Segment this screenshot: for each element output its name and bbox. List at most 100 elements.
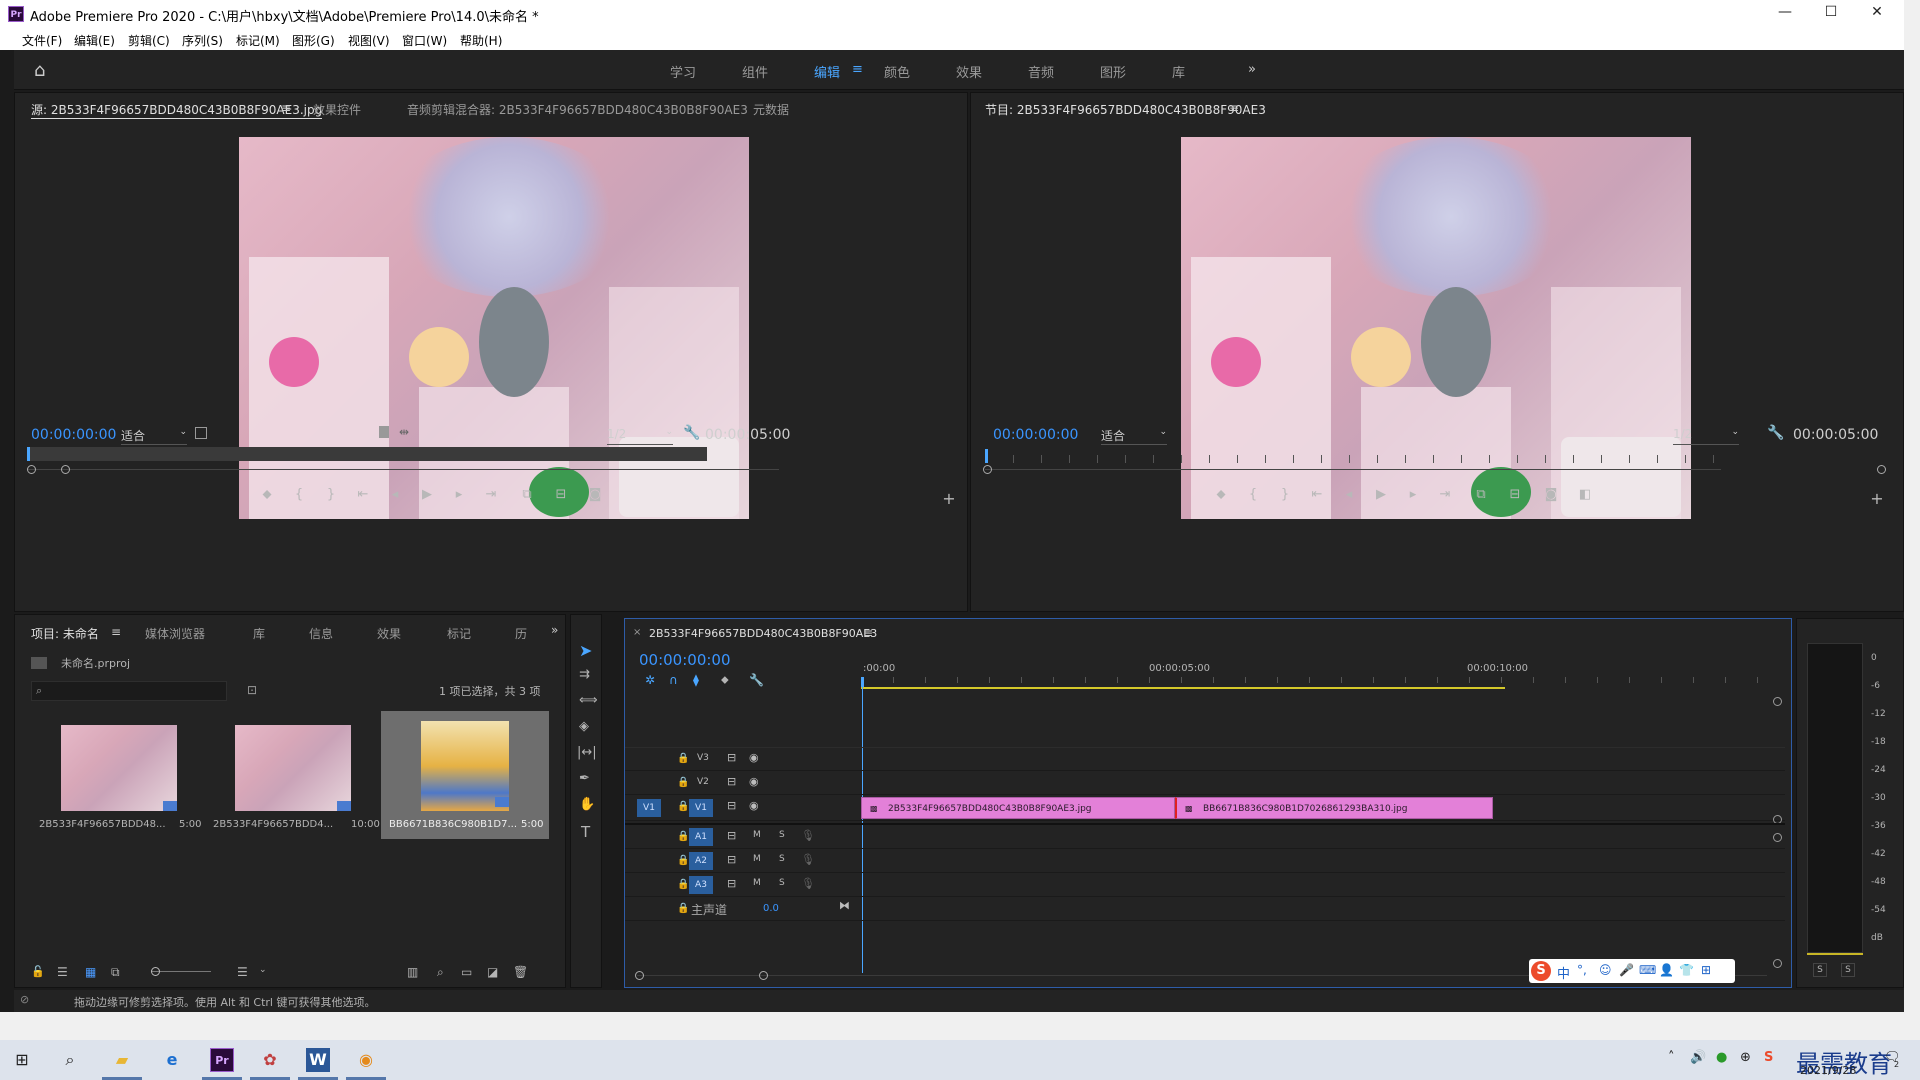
menu-graphics[interactable]: 图形(G): [292, 32, 335, 49]
sync-lock-icon[interactable]: ⊟: [727, 775, 736, 788]
lock-icon[interactable]: 🔓: [31, 965, 45, 978]
tab-audio-clip-mixer[interactable]: 音频剪辑混合器: 2B533F4F96657BDD480C43B0B8F90AE…: [407, 101, 748, 118]
network-icon[interactable]: ⊕: [1740, 1050, 1751, 1065]
tab-metadata[interactable]: 元数据: [753, 101, 789, 118]
timeline-clip[interactable]: ▩ BB6671B836C980B1D7026861293BA310.jpg: [1175, 797, 1493, 819]
source-scrub-bar[interactable]: [27, 447, 707, 461]
windows-start-icon[interactable]: ⊞: [10, 1048, 34, 1072]
lift-icon[interactable]: ⧉: [1471, 487, 1491, 502]
workspace-audio[interactable]: 音频: [1028, 62, 1054, 81]
panel-more-icon[interactable]: »: [551, 623, 558, 637]
solo-button[interactable]: S: [779, 830, 785, 840]
menu-window[interactable]: 窗口(W): [402, 32, 447, 49]
go-to-out-icon[interactable]: ⇥: [1435, 487, 1455, 502]
menu-sequence[interactable]: 序列(S): [182, 32, 223, 49]
timeline-settings-icon[interactable]: 🔧: [749, 673, 764, 687]
ime-mode[interactable]: 中: [1557, 963, 1570, 982]
sogou-tray-icon[interactable]: S: [1764, 1050, 1773, 1065]
ripple-edit-tool-icon[interactable]: ⟺: [579, 693, 598, 708]
close-button[interactable]: ✕: [1854, 4, 1900, 24]
find-icon[interactable]: ⌕: [437, 965, 444, 980]
track-label[interactable]: A3: [689, 876, 713, 894]
microphone-icon[interactable]: 🎙: [801, 877, 815, 890]
mark-out-icon[interactable]: }: [321, 487, 341, 502]
lock-icon[interactable]: 🔒: [677, 903, 689, 914]
program-fit-dropdown[interactable]: 适合 ⌄: [1101, 427, 1167, 445]
timeline-clip[interactable]: ▩ 2B533F4F96657BDD480C43B0B8F90AE3.jpg: [861, 797, 1175, 819]
track-label[interactable]: A2: [689, 852, 713, 870]
new-item-icon[interactable]: ◪: [487, 965, 498, 979]
tab-history[interactable]: 历: [515, 625, 527, 642]
mark-out-icon[interactable]: }: [1275, 487, 1295, 502]
source-playhead[interactable]: [27, 447, 30, 461]
file-explorer-icon[interactable]: ▰: [110, 1048, 134, 1072]
skin-icon[interactable]: 👕: [1679, 963, 1694, 977]
insert-clip-icon[interactable]: ⧉: [517, 487, 537, 502]
tab-effect-controls[interactable]: 效果控件: [313, 101, 361, 118]
eye-icon[interactable]: ◉: [749, 775, 759, 788]
solo-right-button[interactable]: S: [1841, 963, 1855, 977]
maximize-button[interactable]: ☐: [1808, 4, 1854, 24]
lock-icon[interactable]: 🔒: [677, 879, 689, 890]
menu-marker[interactable]: 标记(M): [236, 32, 280, 49]
track-label[interactable]: V2: [697, 777, 709, 787]
tab-libraries[interactable]: 库: [253, 625, 265, 642]
timeline-close-button[interactable]: ×: [633, 627, 641, 638]
wrench-icon[interactable]: 🔧: [1767, 425, 1784, 441]
camera-icon[interactable]: ◙: [1541, 487, 1561, 502]
emoji-icon[interactable]: ☺: [1599, 963, 1612, 977]
zoom-handle-right[interactable]: [61, 465, 70, 474]
source-tab-menu-icon[interactable]: ≡: [281, 101, 291, 115]
add-marker-icon[interactable]: ⬥: [721, 673, 729, 687]
workspace-effects[interactable]: 效果: [956, 62, 982, 81]
list-view-icon[interactable]: ☰: [57, 965, 68, 979]
chevron-down-icon[interactable]: ⌄: [259, 965, 267, 975]
add-marker-icon[interactable]: ⬥: [1211, 487, 1231, 502]
ime-toolbar[interactable]: S 中 °, ☺ 🎤 ⌨ 👤 👕 ⊞: [1529, 959, 1735, 983]
sync-lock-icon[interactable]: ⊟: [727, 829, 736, 842]
lock-icon[interactable]: 🔒: [677, 753, 689, 764]
lock-icon[interactable]: 🔒: [677, 831, 689, 842]
program-playhead[interactable]: [985, 449, 988, 463]
lock-icon[interactable]: 🔒: [677, 777, 689, 788]
toolbox-icon[interactable]: ⊞: [1701, 963, 1711, 977]
go-to-in-icon[interactable]: ⇤: [353, 487, 373, 502]
drag-handle-icon[interactable]: ⇹: [399, 425, 409, 439]
mark-in-icon[interactable]: {: [1243, 487, 1263, 502]
zoom-handle-left[interactable]: [635, 971, 644, 980]
microphone-icon[interactable]: 🎙: [801, 853, 815, 866]
mute-button[interactable]: M: [753, 878, 761, 888]
workspace-more-icon[interactable]: »: [1248, 62, 1256, 77]
overwrite-clip-icon[interactable]: ⊟: [551, 487, 571, 502]
minimize-button[interactable]: —: [1762, 4, 1808, 24]
source-resolution-dropdown[interactable]: 1/2 ⌄: [607, 427, 673, 445]
camera-icon[interactable]: ◙: [585, 487, 605, 502]
step-forward-icon[interactable]: ▸: [1403, 487, 1423, 502]
step-back-icon[interactable]: ◂: [385, 487, 405, 502]
user-icon[interactable]: 👤: [1659, 963, 1674, 977]
menu-clip[interactable]: 剪辑(C): [128, 32, 170, 49]
razor-tool-icon[interactable]: ◈: [579, 719, 589, 734]
tab-program[interactable]: 节目: 2B533F4F96657BDD480C43B0B8F90AE3: [985, 101, 1266, 118]
workspace-color[interactable]: 颜色: [884, 62, 910, 81]
tab-sequence[interactable]: 2B533F4F96657BDD480C43B0B8F90AE3: [649, 627, 877, 640]
icon-view-icon[interactable]: ▦: [85, 965, 96, 979]
program-tab-menu-icon[interactable]: ≡: [1229, 101, 1239, 115]
mute-button[interactable]: M: [753, 830, 761, 840]
nest-toggle-icon[interactable]: ✲: [645, 673, 655, 687]
add-marker-icon[interactable]: ⬥: [257, 487, 277, 502]
solo-button[interactable]: S: [779, 854, 785, 864]
sync-lock-icon[interactable]: ⊟: [727, 799, 736, 812]
add-button-icon[interactable]: +: [1867, 489, 1887, 508]
project-tab-menu-icon[interactable]: ≡: [111, 625, 121, 639]
program-resolution-dropdown[interactable]: 1/2 ⌄: [1673, 427, 1739, 445]
paint-app-icon[interactable]: ✿: [258, 1048, 282, 1072]
tab-markers[interactable]: 标记: [447, 625, 471, 642]
workspace-editing[interactable]: 编辑: [814, 62, 840, 81]
sync-lock-icon[interactable]: ⊟: [727, 751, 736, 764]
master-volume-value[interactable]: 0.0: [763, 903, 779, 914]
voice-icon[interactable]: 🎤: [1619, 963, 1634, 977]
project-item-selected[interactable]: BB6671B836C980B1D7... 5:00: [381, 711, 549, 839]
tab-source[interactable]: 源: 2B533F4F96657BDD480C43B0B8F90AE3.jpg: [31, 101, 323, 119]
trash-icon[interactable]: 🗑: [513, 965, 528, 979]
